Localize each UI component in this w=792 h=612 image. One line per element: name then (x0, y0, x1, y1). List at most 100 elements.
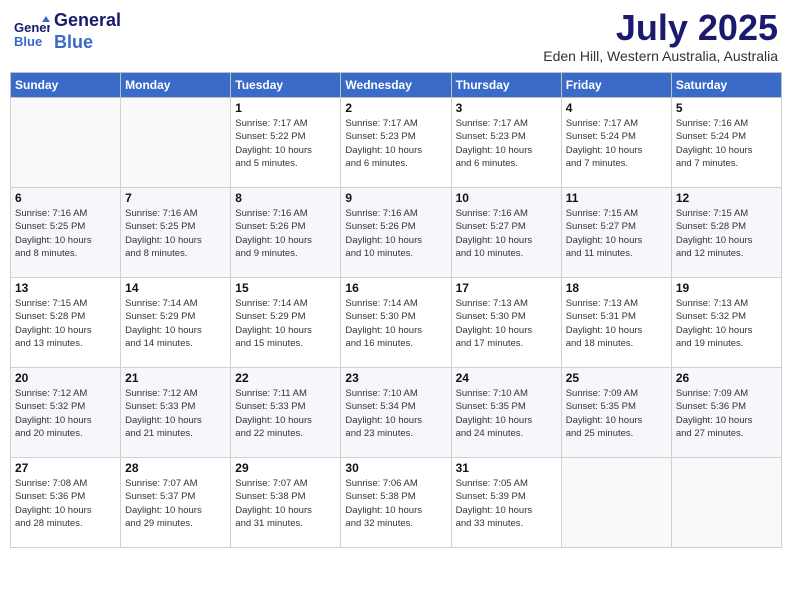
day-detail: Sunrise: 7:16 AM Sunset: 5:27 PM Dayligh… (456, 207, 557, 260)
title-block: July 2025 Eden Hill, Western Australia, … (543, 10, 778, 64)
calendar-day-cell: 4Sunrise: 7:17 AM Sunset: 5:24 PM Daylig… (561, 98, 671, 188)
day-number: 31 (456, 461, 557, 475)
calendar-day-cell: 16 Sunrise: 7:14 AM Sunset: 5:30 PM Dayli… (341, 278, 451, 368)
day-detail: Sunrise: 7:15 AM Sunset: 5:27 PM Dayligh… (566, 207, 667, 260)
day-detail: Sunrise: 7:13 AM Sunset: 5:30 PM Dayligh… (456, 297, 557, 350)
calendar-day-cell: 15 Sunrise: 7:14 AM Sunset: 5:29 PM Dayli… (231, 278, 341, 368)
day-number: 9 (345, 191, 446, 205)
day-detail: Sunrise: 7:12 AM Sunset: 5:33 PM Dayligh… (125, 387, 226, 440)
calendar-day-cell: 24 Sunrise: 7:10 AM Sunset: 5:35 PM Dayli… (451, 368, 561, 458)
svg-text:General: General (14, 20, 50, 35)
logo-icon: General Blue (14, 14, 50, 50)
day-detail: Sunrise: 7:14 AM Sunset: 5:30 PM Dayligh… (345, 297, 446, 350)
calendar-day-cell (11, 98, 121, 188)
day-detail: Sunrise: 7:16 AM Sunset: 5:25 PM Dayligh… (15, 207, 116, 260)
day-number: 1 (235, 101, 336, 115)
calendar-day-cell: 11 Sunrise: 7:15 AM Sunset: 5:27 PM Dayli… (561, 188, 671, 278)
svg-text:Blue: Blue (14, 34, 42, 49)
calendar-day-cell (561, 458, 671, 548)
day-of-week-header: Tuesday (231, 73, 341, 98)
calendar-day-cell: 19 Sunrise: 7:13 AM Sunset: 5:32 PM Dayli… (671, 278, 781, 368)
calendar-day-cell: 25 Sunrise: 7:09 AM Sunset: 5:35 PM Dayli… (561, 368, 671, 458)
calendar-day-cell: 9 Sunrise: 7:16 AM Sunset: 5:26 PM Daylig… (341, 188, 451, 278)
calendar-day-cell: 6 Sunrise: 7:16 AM Sunset: 5:25 PM Daylig… (11, 188, 121, 278)
calendar-week-row: 6 Sunrise: 7:16 AM Sunset: 5:25 PM Daylig… (11, 188, 782, 278)
calendar-day-cell: 27 Sunrise: 7:08 AM Sunset: 5:36 PM Dayli… (11, 458, 121, 548)
day-of-week-header: Sunday (11, 73, 121, 98)
calendar-day-cell: 23Sunrise: 7:10 AM Sunset: 5:34 PM Dayli… (341, 368, 451, 458)
day-number: 2 (345, 101, 446, 115)
day-number: 13 (15, 281, 116, 295)
calendar-day-cell: 21 Sunrise: 7:12 AM Sunset: 5:33 PM Dayli… (121, 368, 231, 458)
day-detail: Sunrise: 7:13 AM Sunset: 5:31 PM Dayligh… (566, 297, 667, 350)
day-detail: Sunrise: 7:09 AM Sunset: 5:35 PM Dayligh… (566, 387, 667, 440)
day-number: 29 (235, 461, 336, 475)
day-detail: Sunrise: 7:07 AM Sunset: 5:38 PM Dayligh… (235, 477, 336, 530)
day-number: 20 (15, 371, 116, 385)
day-of-week-header: Saturday (671, 73, 781, 98)
day-number: 10 (456, 191, 557, 205)
day-number: 15 (235, 281, 336, 295)
day-detail: Sunrise: 7:13 AM Sunset: 5:32 PM Dayligh… (676, 297, 777, 350)
calendar-day-cell: 2 Sunrise: 7:17 AM Sunset: 5:23 PM Daylig… (341, 98, 451, 188)
day-detail: Sunrise: 7:17 AM Sunset: 5:23 PM Dayligh… (345, 117, 446, 170)
calendar-day-cell: 29 Sunrise: 7:07 AM Sunset: 5:38 PM Dayli… (231, 458, 341, 548)
logo-text-blue: Blue (54, 32, 121, 54)
day-detail: Sunrise: 7:14 AM Sunset: 5:29 PM Dayligh… (235, 297, 336, 350)
day-number: 28 (125, 461, 226, 475)
day-number: 19 (676, 281, 777, 295)
day-detail: Sunrise: 7:05 AM Sunset: 5:39 PM Dayligh… (456, 477, 557, 530)
day-number: 25 (566, 371, 667, 385)
day-number: 8 (235, 191, 336, 205)
day-number: 21 (125, 371, 226, 385)
day-detail: Sunrise: 7:16 AM Sunset: 5:26 PM Dayligh… (235, 207, 336, 260)
day-detail: Sunrise: 7:16 AM Sunset: 5:26 PM Dayligh… (345, 207, 446, 260)
day-number: 18 (566, 281, 667, 295)
day-detail: Sunrise: 7:16 AM Sunset: 5:25 PM Dayligh… (125, 207, 226, 260)
day-number: 3 (456, 101, 557, 115)
calendar-table: SundayMondayTuesdayWednesdayThursdayFrid… (10, 72, 782, 548)
day-number: 26 (676, 371, 777, 385)
day-number: 24 (456, 371, 557, 385)
calendar-day-cell: 17 Sunrise: 7:13 AM Sunset: 5:30 PM Dayli… (451, 278, 561, 368)
day-number: 16 (345, 281, 446, 295)
day-detail: Sunrise: 7:14 AM Sunset: 5:29 PM Dayligh… (125, 297, 226, 350)
calendar-day-cell: 22Sunrise: 7:11 AM Sunset: 5:33 PM Dayli… (231, 368, 341, 458)
day-detail: Sunrise: 7:06 AM Sunset: 5:38 PM Dayligh… (345, 477, 446, 530)
calendar-day-cell: 8 Sunrise: 7:16 AM Sunset: 5:26 PM Daylig… (231, 188, 341, 278)
day-number: 14 (125, 281, 226, 295)
calendar-header: SundayMondayTuesdayWednesdayThursdayFrid… (11, 73, 782, 98)
day-number: 23 (345, 371, 446, 385)
day-number: 12 (676, 191, 777, 205)
day-detail: Sunrise: 7:08 AM Sunset: 5:36 PM Dayligh… (15, 477, 116, 530)
day-of-week-header: Thursday (451, 73, 561, 98)
calendar-day-cell (671, 458, 781, 548)
logo: General Blue General Blue (14, 10, 121, 53)
day-detail: Sunrise: 7:17 AM Sunset: 5:22 PM Dayligh… (235, 117, 336, 170)
calendar-day-cell: 5Sunrise: 7:16 AM Sunset: 5:24 PM Daylig… (671, 98, 781, 188)
calendar-week-row: 1 Sunrise: 7:17 AM Sunset: 5:22 PM Daylig… (11, 98, 782, 188)
day-number: 17 (456, 281, 557, 295)
calendar-day-cell: 13 Sunrise: 7:15 AM Sunset: 5:28 PM Dayli… (11, 278, 121, 368)
day-detail: Sunrise: 7:15 AM Sunset: 5:28 PM Dayligh… (676, 207, 777, 260)
day-detail: Sunrise: 7:16 AM Sunset: 5:24 PM Dayligh… (676, 117, 777, 170)
logo-text-general: General (54, 10, 121, 32)
calendar-day-cell: 12 Sunrise: 7:15 AM Sunset: 5:28 PM Dayli… (671, 188, 781, 278)
calendar-body: 1 Sunrise: 7:17 AM Sunset: 5:22 PM Daylig… (11, 98, 782, 548)
calendar-day-cell: 20 Sunrise: 7:12 AM Sunset: 5:32 PM Dayli… (11, 368, 121, 458)
header-row: SundayMondayTuesdayWednesdayThursdayFrid… (11, 73, 782, 98)
day-number: 11 (566, 191, 667, 205)
day-detail: Sunrise: 7:10 AM Sunset: 5:35 PM Dayligh… (456, 387, 557, 440)
month-year-title: July 2025 (543, 10, 778, 46)
day-number: 6 (15, 191, 116, 205)
day-detail: Sunrise: 7:07 AM Sunset: 5:37 PM Dayligh… (125, 477, 226, 530)
day-detail: Sunrise: 7:12 AM Sunset: 5:32 PM Dayligh… (15, 387, 116, 440)
calendar-week-row: 20 Sunrise: 7:12 AM Sunset: 5:32 PM Dayli… (11, 368, 782, 458)
day-detail: Sunrise: 7:15 AM Sunset: 5:28 PM Dayligh… (15, 297, 116, 350)
day-number: 22 (235, 371, 336, 385)
day-detail: Sunrise: 7:17 AM Sunset: 5:24 PM Dayligh… (566, 117, 667, 170)
page-header: General Blue General Blue July 2025 Eden… (10, 10, 782, 64)
location-subtitle: Eden Hill, Western Australia, Australia (543, 48, 778, 64)
calendar-day-cell: 1 Sunrise: 7:17 AM Sunset: 5:22 PM Daylig… (231, 98, 341, 188)
day-number: 27 (15, 461, 116, 475)
